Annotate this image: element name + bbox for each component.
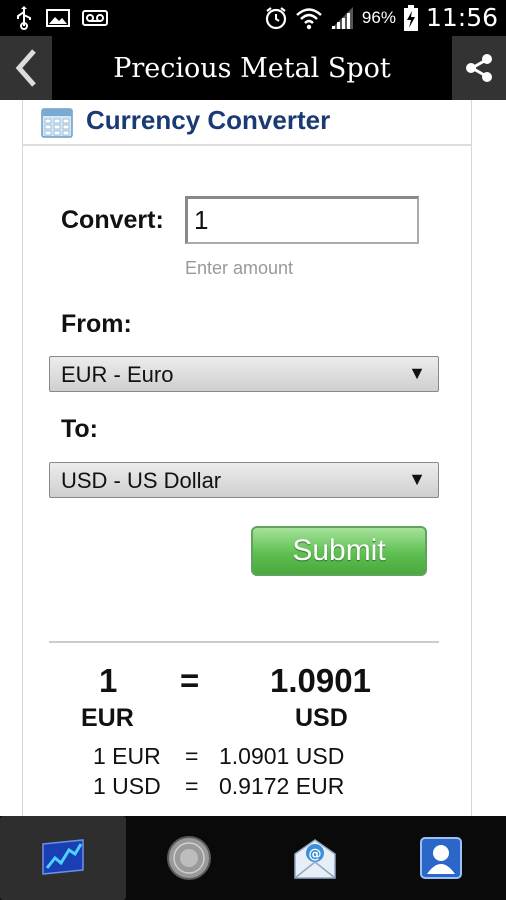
result-amount: 1 [99,662,118,699]
rate-row-2-right: 0.9172 EUR [219,773,345,799]
usb-icon [17,6,31,30]
share-button[interactable] [452,36,506,100]
convert-label: Convert: [61,206,164,234]
chart-icon [42,839,84,875]
app-bar: Precious Metal Spot [0,36,506,100]
panel-header: Currency Converter [23,100,471,146]
mail-icon: @ [294,839,336,879]
status-bar: 96% 11:56 [0,0,506,36]
wifi-icon [296,7,322,29]
from-currency-value: EUR - Euro [61,362,174,387]
alarm-icon [265,6,287,29]
rate-row-2-equals: = [185,773,199,799]
result-equals: = [180,662,200,699]
svg-text:@: @ [309,847,322,862]
rate-row-1-equals: = [185,743,199,769]
amount-hint: Enter amount [185,258,294,278]
nav-charts[interactable] [0,816,126,900]
rate-row-1-right: 1.0901 USD [219,743,345,769]
coin-icon [167,836,211,880]
contact-icon [420,837,462,879]
share-icon [466,54,492,82]
chevron-left-icon [15,49,36,87]
from-label: From: [61,310,132,338]
result-from-code: EUR [81,704,134,732]
system-icons: 96% 11:56 [264,3,498,32]
converter-panel: Currency Converter Convert: Enter amount… [22,100,472,816]
content-area: Currency Converter Convert: Enter amount… [0,100,506,816]
battery-charging-icon [403,4,418,31]
nav-mail[interactable]: @ [252,816,378,900]
dropdown-arrow-icon: ▼ [408,363,426,383]
clock: 11:56 [425,3,498,32]
battery-percent: 96% [361,7,396,27]
rate-row-2-left: 1 USD [93,773,161,799]
notification-icons [14,6,108,30]
signal-icon [330,6,353,29]
image-icon [46,9,70,27]
from-currency-select[interactable]: EUR - Euro ▼ [49,356,439,392]
result-converted: 1.0901 [270,662,371,699]
nav-coins[interactable] [126,816,252,900]
app-title: Precious Metal Spot [113,53,391,84]
result-to-code: USD [295,704,348,732]
to-label: To: [61,415,99,443]
to-currency-value: USD - US Dollar [61,468,222,493]
back-button[interactable] [0,36,52,100]
amount-input[interactable] [185,196,419,244]
calculator-icon [41,108,73,138]
bottom-nav: @ [0,816,506,900]
rate-row-1-left: 1 EUR [93,743,161,769]
result-divider [49,641,439,643]
submit-button[interactable]: Submit [251,526,427,576]
voicemail-icon [82,10,108,26]
to-currency-select[interactable]: USD - US Dollar ▼ [49,462,439,498]
dropdown-arrow-icon: ▼ [408,469,426,489]
nav-contact[interactable] [378,816,504,900]
panel-title: Currency Converter [86,105,331,135]
